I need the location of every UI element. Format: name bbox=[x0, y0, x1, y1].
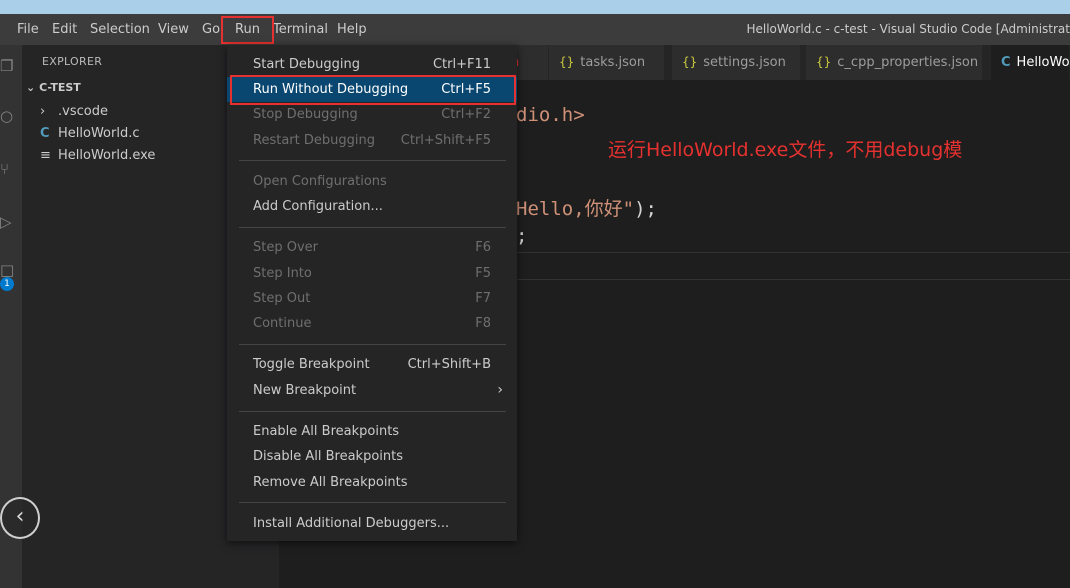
menu-item-label: Remove All Breakpoints bbox=[253, 475, 408, 490]
chevron-right-icon: › bbox=[497, 382, 503, 398]
c-file-icon: C bbox=[1001, 55, 1011, 70]
menu-item-shortcut: F5 bbox=[475, 266, 491, 281]
back-arrow-button[interactable]: ‹ bbox=[0, 497, 40, 539]
menu-item-label: Stop Debugging bbox=[253, 107, 358, 122]
tab-c-cpp-properties-json[interactable]: {} c_cpp_properties.json bbox=[806, 45, 983, 80]
menu-item-install-additional-debuggers[interactable]: Install Additional Debuggers... bbox=[227, 511, 517, 536]
code-punct: ); bbox=[634, 198, 657, 220]
folder-label: C-TEST bbox=[39, 81, 81, 94]
menu-item-restart-debugging[interactable]: Restart Debugging Ctrl+Shift+F5 bbox=[227, 128, 517, 153]
tab-label: settings.json bbox=[703, 55, 786, 70]
json-icon: {} bbox=[816, 55, 832, 69]
menu-item-label: Install Additional Debuggers... bbox=[253, 516, 450, 531]
c-file-icon: C bbox=[40, 126, 50, 141]
menu-separator bbox=[239, 344, 506, 345]
tab-label: tasks.json bbox=[580, 55, 646, 70]
menu-item-label: Step Out bbox=[253, 291, 311, 306]
menu-item-label: Enable All Breakpoints bbox=[253, 424, 400, 439]
menu-item-label: New Breakpoint bbox=[253, 383, 357, 398]
window-title: HelloWorld.c - c-test - Visual Studio Co… bbox=[746, 22, 1070, 36]
tree-item-label: HelloWorld.c bbox=[58, 126, 140, 141]
menu-item-shortcut: Ctrl+Shift+F5 bbox=[400, 133, 491, 148]
menu-item-shortcut: Ctrl+Shift+B bbox=[407, 357, 491, 372]
tree-item-vscode[interactable]: › .vscode bbox=[40, 104, 108, 119]
json-icon: {} bbox=[682, 55, 698, 69]
tree-item-helloworld-exe[interactable]: ≡ HelloWorld.exe bbox=[40, 148, 155, 163]
menu-item-stop-debugging[interactable]: Stop Debugging Ctrl+F2 bbox=[227, 102, 517, 127]
menu-go[interactable]: Go bbox=[202, 14, 220, 45]
run-menu-highlight-box bbox=[221, 16, 274, 44]
folder-c-test[interactable]: ⌄ C-TEST bbox=[26, 81, 81, 94]
menu-file[interactable]: File bbox=[17, 14, 39, 45]
tab-helloworld-c[interactable]: C HelloWor bbox=[991, 45, 1070, 80]
menu-separator bbox=[239, 411, 506, 412]
menu-terminal[interactable]: Terminal bbox=[273, 14, 328, 45]
titlebar: File Edit Selection View Go Run Terminal… bbox=[0, 14, 1070, 45]
menu-edit[interactable]: Edit bbox=[52, 14, 77, 45]
menu-item-label: Toggle Breakpoint bbox=[253, 357, 370, 372]
menu-item-remove-all-breakpoints[interactable]: Remove All Breakpoints bbox=[227, 470, 517, 495]
desktop-top-strip bbox=[0, 0, 1070, 14]
tab-settings-json[interactable]: {} settings.json bbox=[672, 45, 801, 80]
menu-item-toggle-breakpoint[interactable]: Toggle Breakpoint Ctrl+Shift+B bbox=[227, 352, 517, 377]
menu-item-label: Step Into bbox=[253, 266, 312, 281]
explorer-title: EXPLORER bbox=[42, 55, 103, 68]
code-line-include: dio.h> bbox=[516, 104, 585, 126]
menu-item-new-breakpoint[interactable]: New Breakpoint › bbox=[227, 378, 517, 403]
string-literal: Hello,你好" bbox=[516, 198, 635, 220]
menu-separator bbox=[239, 227, 506, 228]
extensions-badge: 1 bbox=[0, 277, 14, 291]
run-debug-icon[interactable]: ▷ bbox=[0, 213, 12, 231]
menu-item-label: Start Debugging bbox=[253, 57, 360, 72]
json-icon: {} bbox=[559, 55, 575, 69]
tree-item-label: .vscode bbox=[58, 104, 108, 119]
menu-item-label: Open Configurations bbox=[253, 174, 387, 189]
menu-item-label: Restart Debugging bbox=[253, 133, 375, 148]
menu-selection[interactable]: Selection bbox=[90, 14, 150, 45]
tree-item-label: HelloWorld.exe bbox=[58, 148, 156, 163]
menu-item-continue[interactable]: Continue F8 bbox=[227, 311, 517, 336]
menu-item-label: Add Configuration... bbox=[253, 199, 383, 214]
chevron-down-icon: ⌄ bbox=[26, 81, 36, 94]
tree-item-helloworld-c[interactable]: C HelloWorld.c bbox=[40, 126, 140, 141]
menu-item-step-out[interactable]: Step Out F7 bbox=[227, 286, 517, 311]
source-control-icon[interactable]: ⑂ bbox=[0, 160, 9, 178]
run-menu-dropdown: Start Debugging Ctrl+F11 Run Without Debu… bbox=[227, 45, 517, 541]
annotation-text: 运行HelloWorld.exe文件，不用debug模 bbox=[608, 139, 963, 161]
menu-item-label: Continue bbox=[253, 316, 312, 331]
run-without-debugging-highlight-box bbox=[230, 75, 516, 105]
code-line-printf: Hello,你好"); bbox=[516, 194, 657, 221]
menu-item-label: Step Over bbox=[253, 240, 318, 255]
menu-item-add-configuration[interactable]: Add Configuration... bbox=[227, 194, 517, 219]
tab-label: c_cpp_properties.json bbox=[837, 55, 979, 70]
menu-item-open-configurations[interactable]: Open Configurations bbox=[227, 169, 517, 194]
explorer-icon[interactable]: ❐ bbox=[0, 57, 13, 75]
menu-item-shortcut: F8 bbox=[475, 316, 491, 331]
menu-help[interactable]: Help bbox=[337, 14, 367, 45]
menu-item-label: Disable All Breakpoints bbox=[253, 449, 404, 464]
menu-item-shortcut: Ctrl+F11 bbox=[432, 57, 491, 72]
menu-item-step-over[interactable]: Step Over F6 bbox=[227, 235, 517, 260]
menu-separator bbox=[239, 160, 506, 161]
chevron-right-icon: › bbox=[40, 104, 46, 119]
menu-view[interactable]: View bbox=[158, 14, 189, 45]
menu-item-disable-all-breakpoints[interactable]: Disable All Breakpoints bbox=[227, 444, 517, 469]
tab-tasks-json[interactable]: {} tasks.json bbox=[549, 45, 665, 80]
menu-item-enable-all-breakpoints[interactable]: Enable All Breakpoints bbox=[227, 419, 517, 444]
code-line-return: ; bbox=[516, 225, 528, 247]
menu-separator bbox=[239, 502, 506, 503]
menu-item-start-debugging[interactable]: Start Debugging Ctrl+F11 bbox=[227, 52, 517, 77]
tab-label: HelloWor bbox=[1016, 55, 1070, 70]
file-lines-icon: ≡ bbox=[40, 148, 51, 163]
menu-item-shortcut: F6 bbox=[475, 240, 491, 255]
menu-item-step-into[interactable]: Step Into F5 bbox=[227, 261, 517, 286]
menu-item-shortcut: F7 bbox=[475, 291, 491, 306]
search-icon[interactable]: ○ bbox=[0, 107, 13, 125]
menu-item-shortcut: Ctrl+F2 bbox=[441, 107, 491, 122]
